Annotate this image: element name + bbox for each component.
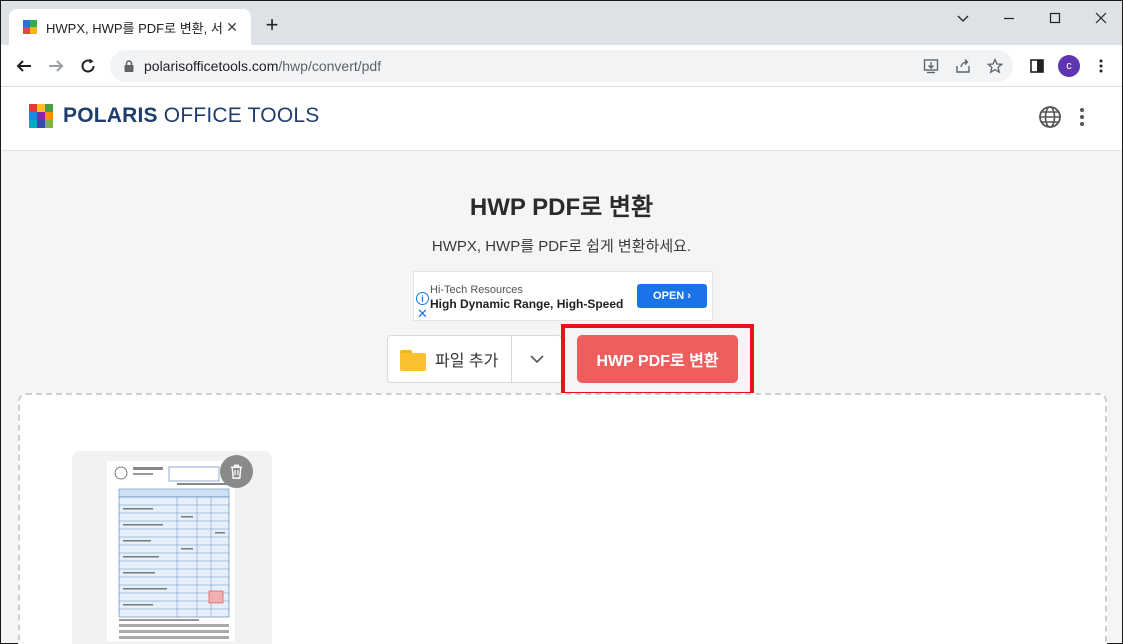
- logo-square: [45, 112, 53, 120]
- profile-avatar[interactable]: c: [1057, 54, 1081, 78]
- trash-icon: [230, 464, 243, 479]
- add-file-control: 파일 추가: [387, 335, 562, 383]
- logo-square: [37, 120, 45, 128]
- maximize-button[interactable]: [1032, 5, 1078, 31]
- logo-square: [45, 104, 53, 112]
- forward-arrow-icon: [49, 60, 64, 72]
- chevron-down-icon: [529, 355, 544, 364]
- ad-info-icon[interactable]: i: [416, 292, 429, 305]
- new-tab-button[interactable]: +: [261, 14, 283, 37]
- logo-square: [29, 104, 37, 112]
- tab-close-icon[interactable]: ✕: [223, 18, 241, 36]
- reload-button[interactable]: [75, 53, 101, 79]
- delete-file-button[interactable]: [220, 455, 253, 488]
- browser-tab-active[interactable]: HWPX, HWP를 PDF로 변환, 서버 ✕: [9, 9, 251, 45]
- ad-close-icon[interactable]: ✕: [417, 306, 428, 322]
- share-icon[interactable]: [951, 54, 975, 78]
- address-bar[interactable]: polarisofficetools.com/hwp/convert/pdf: [110, 50, 1013, 82]
- browser-menu-icon[interactable]: [1089, 54, 1113, 78]
- ad-banner[interactable]: i ✕ Hi-Tech Resources High Dynamic Range…: [413, 271, 713, 321]
- install-app-icon[interactable]: [919, 54, 943, 78]
- tab-title: HWPX, HWP를 PDF로 변환, 서버: [46, 20, 223, 36]
- site-header: POLARIS OFFICE TOOLS: [1, 87, 1122, 151]
- ad-title: High Dynamic Range, High-Speed: [430, 297, 624, 311]
- side-panel-icon[interactable]: [1025, 54, 1049, 78]
- forward-button[interactable]: [43, 53, 69, 79]
- add-file-label: 파일 추가: [435, 353, 499, 370]
- close-window-button[interactable]: [1078, 5, 1123, 31]
- bookmark-star-icon[interactable]: [983, 54, 1007, 78]
- polaris-logo-icon: [29, 104, 53, 128]
- lock-icon: [124, 60, 134, 72]
- page-title: HWP PDF로 변환: [469, 194, 654, 221]
- logo-square: [37, 112, 45, 120]
- globe-icon[interactable]: [1038, 105, 1062, 129]
- logo-square: [29, 112, 37, 120]
- logo-text: POLARIS OFFICE TOOLS: [63, 104, 320, 127]
- add-file-button[interactable]: 파일 추가: [388, 336, 512, 382]
- convert-button[interactable]: HWP PDF로 변환: [577, 335, 738, 383]
- site-favicon-icon: [23, 20, 37, 34]
- document-thumbnail: [107, 461, 235, 641]
- url-text: polarisofficetools.com/hwp/convert/pdf: [144, 58, 382, 74]
- site-logo[interactable]: POLARIS OFFICE TOOLS: [29, 104, 319, 128]
- logo-square: [29, 120, 37, 128]
- back-button[interactable]: [11, 53, 37, 79]
- profile-initial: c: [1058, 55, 1080, 77]
- folder-icon: [400, 348, 426, 371]
- reload-icon: [81, 58, 95, 73]
- logo-square: [45, 120, 53, 128]
- site-menu-icon[interactable]: [1073, 105, 1091, 129]
- back-arrow-icon: [16, 60, 31, 72]
- browser-toolbar: polarisofficetools.com/hwp/convert/pdf c: [1, 45, 1122, 87]
- browser-tab-strip: HWPX, HWP를 PDF로 변환, 서버 ✕ +: [1, 1, 1122, 45]
- logo-square: [37, 104, 45, 112]
- ad-source: Hi-Tech Resources: [430, 284, 523, 296]
- minimize-button[interactable]: [986, 5, 1032, 31]
- ad-open-button[interactable]: OPEN ›: [637, 284, 707, 308]
- tab-search-chevron-icon[interactable]: [940, 5, 986, 31]
- page-subtitle: HWPX, HWP를 PDF로 쉽게 변환하세요.: [431, 238, 692, 255]
- add-file-dropdown-button[interactable]: [512, 336, 561, 382]
